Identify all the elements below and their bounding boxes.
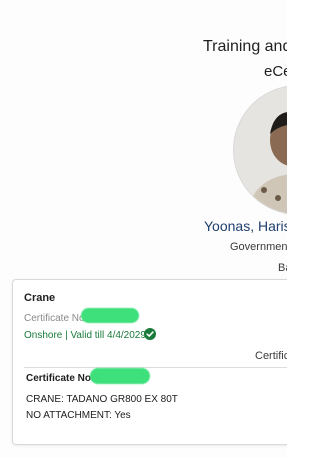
certificate-card: Crane Certificate No Onshore | Valid til… [12, 279, 287, 445]
certificate-number-heading: Certificate No: [26, 373, 95, 384]
page-title: Training and [203, 38, 287, 55]
avatar-photo [234, 86, 287, 214]
validity-status: Onshore | Valid till 4/4/2029 [24, 330, 146, 341]
attachment-status: NO ATTACHMENT: Yes [26, 410, 131, 421]
training-profile-page: Training and eCe Yoonas, Haris Governmen… [0, 0, 287, 458]
redaction-mark [90, 368, 150, 384]
divider [24, 367, 287, 368]
person-organization: Government [230, 241, 287, 253]
certificate-number-label: Certificate No [24, 313, 85, 324]
certificate-column-label: Certifica [255, 350, 287, 362]
redaction-mark [81, 308, 139, 323]
avatar [234, 86, 287, 214]
check-circle-icon [144, 328, 156, 340]
person-name: Yoonas, Haris [204, 218, 287, 234]
certificate-title: Crane [24, 292, 56, 304]
page-subtitle: eCe [264, 63, 287, 80]
person-location: Ba [278, 262, 287, 274]
crane-model: CRANE: TADANO GR800 EX 80T [26, 394, 178, 405]
